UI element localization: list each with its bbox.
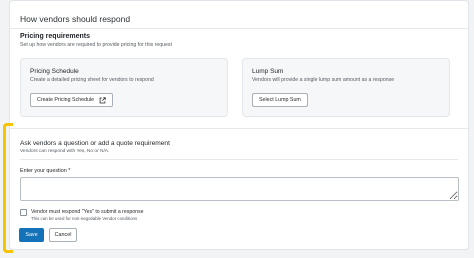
lump-sum-option: Lump Sum Vendors will provide a single l…	[242, 58, 450, 117]
create-pricing-schedule-label: Create Pricing Schedule	[37, 97, 95, 103]
lump-sum-title: Lump Sum	[252, 68, 284, 75]
save-button[interactable]: Save	[19, 228, 44, 242]
response-settings-card: How vendors should respond Pricing requi…	[9, 0, 469, 250]
must-respond-yes-hint: This can be used for non-negotiable Vend…	[31, 216, 138, 221]
question-section-subtitle: Vendors can respond with Yes, No or N/A.	[20, 149, 110, 154]
pricing-schedule-description: Create a detailed pricing sheet for vend…	[30, 77, 154, 83]
pricing-requirements-title: Pricing requirements	[20, 33, 91, 40]
question-field-label: Enter your question *	[20, 168, 71, 174]
divider	[20, 159, 458, 160]
pricing-schedule-option: Pricing Schedule Create a detailed prici…	[20, 58, 228, 117]
select-lump-sum-button[interactable]: Select Lump Sum	[252, 93, 308, 107]
must-respond-yes-checkbox[interactable]	[20, 209, 27, 216]
question-input[interactable]	[20, 177, 459, 201]
page-title: How vendors should respond	[20, 14, 131, 24]
pricing-requirements-subtitle: Set up how vendors are required to provi…	[20, 42, 172, 48]
select-lump-sum-label: Select Lump Sum	[259, 97, 301, 103]
must-respond-yes-label: Vendor must respond "Yes" to submit a re…	[31, 209, 144, 215]
pricing-schedule-title: Pricing Schedule	[30, 68, 79, 75]
divider	[10, 28, 468, 29]
divider	[10, 128, 468, 129]
lump-sum-description: Vendors will provide a single lump sum a…	[252, 77, 395, 83]
question-section-title: Ask vendors a question or add a quote re…	[20, 140, 170, 147]
external-link-icon	[99, 96, 106, 104]
highlight-bracket	[3, 123, 13, 253]
create-pricing-schedule-button[interactable]: Create Pricing Schedule	[30, 93, 114, 107]
cancel-button[interactable]: Cancel	[49, 228, 77, 242]
